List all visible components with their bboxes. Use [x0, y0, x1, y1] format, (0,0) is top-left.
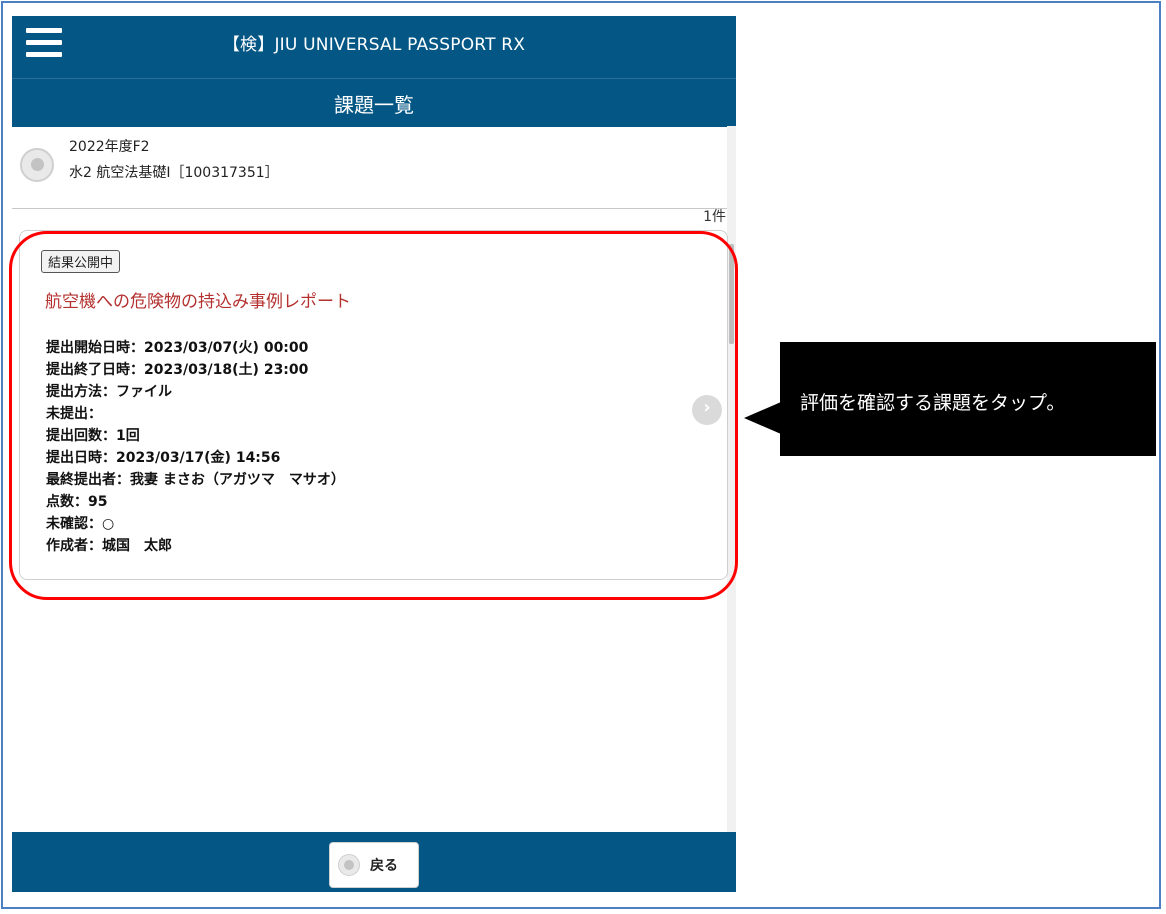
- page-header: 課題一覧: [12, 78, 736, 127]
- top-bar: 【検】JIU UNIVERSAL PASSPORT RX: [12, 16, 736, 78]
- footer-bar: 戻る: [12, 832, 736, 892]
- result-count: 1件: [703, 209, 726, 225]
- page-title: 課題一覧: [334, 93, 414, 117]
- back-circle-icon[interactable]: [20, 148, 54, 182]
- highlight-outline: [9, 231, 738, 600]
- callout-text: 評価を確認する課題をタップ。: [800, 392, 1066, 414]
- course-year: 2022年度F2: [69, 139, 150, 155]
- back-button[interactable]: 戻る: [329, 842, 419, 888]
- app-title: 【検】JIU UNIVERSAL PASSPORT RX: [222, 35, 526, 55]
- back-button-label: 戻る: [370, 858, 398, 874]
- back-arrow-icon: [338, 854, 360, 876]
- course-header: 2022年度F2 水2 航空法基礎I［100317351］: [12, 126, 727, 209]
- instruction-callout: 評価を確認する課題をタップ。: [780, 342, 1156, 456]
- course-name: 水2 航空法基礎I［100317351］: [69, 165, 279, 181]
- callout-pointer: [744, 402, 781, 434]
